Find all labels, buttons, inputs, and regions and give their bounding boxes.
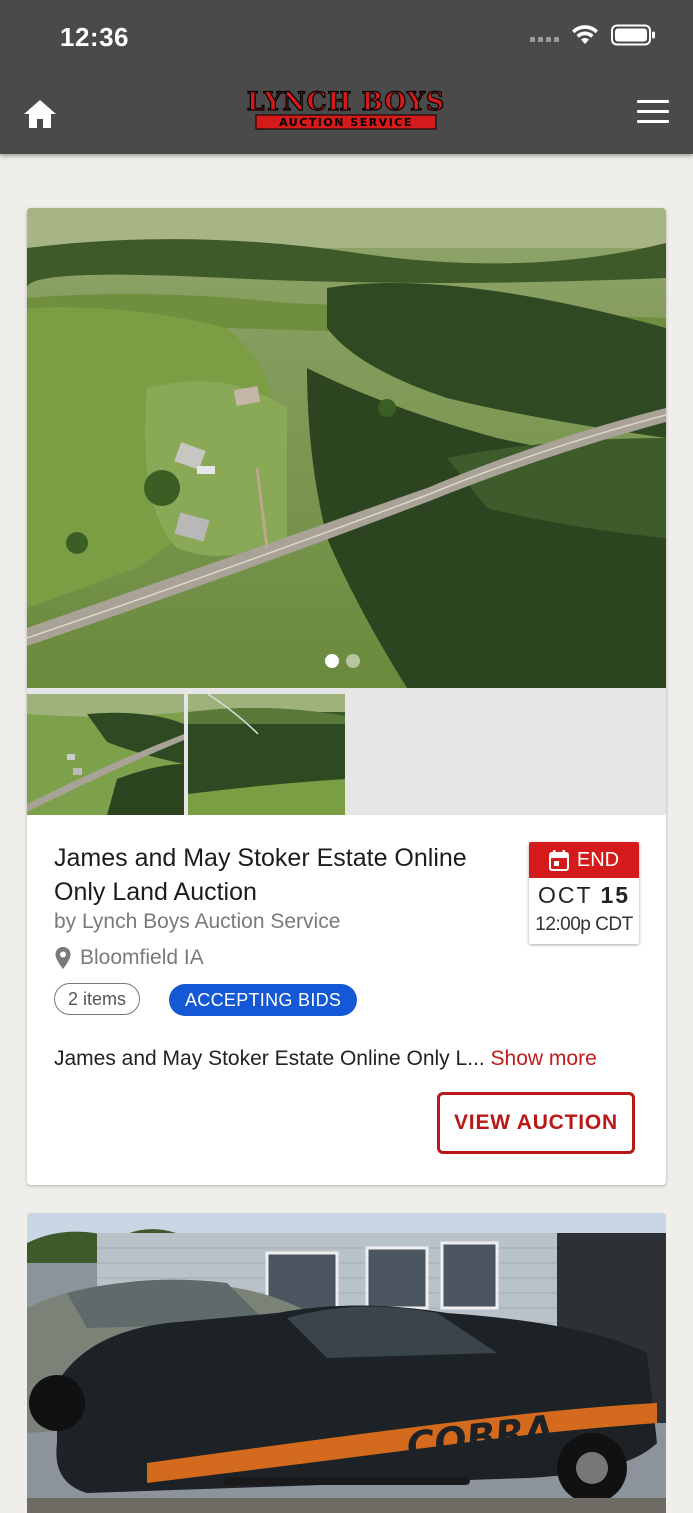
location-text: Bloomfield IA xyxy=(80,946,204,969)
carousel-dot[interactable] xyxy=(346,654,360,668)
auction-title[interactable]: James and May Stoker Estate Online Only … xyxy=(54,841,514,909)
location-pin-icon xyxy=(55,947,71,969)
auction-card[interactable]: James and May Stoker Estate Online Only … xyxy=(27,208,666,1185)
cellular-signal-icon xyxy=(530,28,559,42)
hamburger-menu-icon[interactable] xyxy=(637,100,669,126)
svg-text:AUCTION SERVICE: AUCTION SERVICE xyxy=(279,116,413,129)
status-icons xyxy=(530,24,657,46)
home-indicator[interactable] xyxy=(223,1477,470,1485)
end-month: OCT xyxy=(537,882,593,908)
calendar-icon xyxy=(548,849,569,871)
view-auction-button[interactable]: VIEW AUCTION xyxy=(437,1092,635,1154)
end-date: OCT 15 xyxy=(529,882,639,909)
description-text: James and May Stoker Estate Online Only … xyxy=(54,1047,485,1070)
wifi-icon xyxy=(572,25,598,44)
auction-card[interactable]: COBRA xyxy=(27,1213,666,1513)
end-day: 15 xyxy=(600,882,631,908)
auction-description: James and May Stoker Estate Online Only … xyxy=(54,1047,597,1071)
end-time: 12:00p CDT xyxy=(535,914,633,935)
app-header: 12:36 LYNCH BOYS AUCTION SERVICE xyxy=(0,0,693,154)
end-date-box: END OCT 15 12:00p CDT xyxy=(529,842,639,944)
end-date-header: END xyxy=(529,842,639,878)
auction-location: Bloomfield IA xyxy=(54,946,204,970)
auction-hero-image[interactable]: COBRA xyxy=(27,1213,666,1513)
end-label: END xyxy=(576,848,620,871)
status-time: 12:36 xyxy=(60,22,129,52)
svg-text:LYNCH BOYS: LYNCH BOYS xyxy=(247,87,445,116)
items-count-badge: 2 items xyxy=(54,983,141,1015)
carousel-indicator xyxy=(325,654,360,668)
home-icon[interactable] xyxy=(22,96,58,132)
battery-icon xyxy=(611,24,655,46)
thumbnail-image[interactable] xyxy=(188,694,345,815)
auction-byline[interactable]: by Lynch Boys Auction Service xyxy=(54,910,340,934)
show-more-link[interactable]: Show more xyxy=(491,1047,597,1070)
auction-hero-image[interactable] xyxy=(27,208,666,688)
carousel-dot[interactable] xyxy=(325,654,339,668)
thumbnail-image[interactable] xyxy=(27,694,184,815)
lynch-boys-logo[interactable]: LYNCH BOYS AUCTION SERVICE xyxy=(222,86,470,132)
status-badge: ACCEPTING BIDS xyxy=(169,984,358,1016)
thumbnail-strip xyxy=(27,688,666,815)
